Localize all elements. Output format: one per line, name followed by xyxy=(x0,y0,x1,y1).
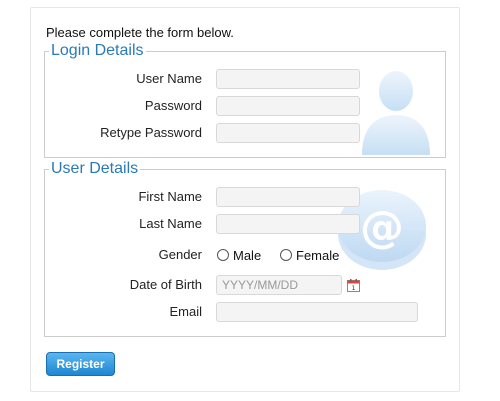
password-label: Password xyxy=(144,98,202,113)
username-input[interactable] xyxy=(216,69,360,89)
retype-password-label: Retype Password xyxy=(100,125,202,140)
password-input[interactable] xyxy=(216,96,360,116)
intro-text: Please complete the form below. xyxy=(46,25,234,40)
date-of-birth-label: Date of Birth xyxy=(129,277,202,292)
svg-text:@: @ xyxy=(360,202,404,253)
user-silhouette-icon xyxy=(362,71,430,155)
svg-text:1: 1 xyxy=(352,285,356,292)
gender-female-radio[interactable] xyxy=(280,249,292,261)
email-label: Email xyxy=(169,304,202,319)
last-name-label: Last Name xyxy=(139,216,202,231)
email-input[interactable] xyxy=(216,302,418,322)
register-button[interactable]: Register xyxy=(46,352,115,376)
gender-male-radio[interactable] xyxy=(217,249,229,261)
username-label: User Name xyxy=(136,71,202,86)
last-name-input[interactable] xyxy=(216,214,360,234)
user-details-legend: User Details xyxy=(51,160,139,177)
gender-male-label[interactable]: Male xyxy=(233,248,261,263)
date-of-birth-input[interactable] xyxy=(216,275,342,295)
login-details-legend: Login Details xyxy=(51,42,144,59)
calendar-icon[interactable]: 1 xyxy=(347,279,360,292)
retype-password-input[interactable] xyxy=(216,123,360,143)
gender-label: Gender xyxy=(158,247,202,262)
first-name-label: First Name xyxy=(138,189,202,204)
gender-female-label[interactable]: Female xyxy=(296,248,339,263)
first-name-input[interactable] xyxy=(216,187,360,207)
